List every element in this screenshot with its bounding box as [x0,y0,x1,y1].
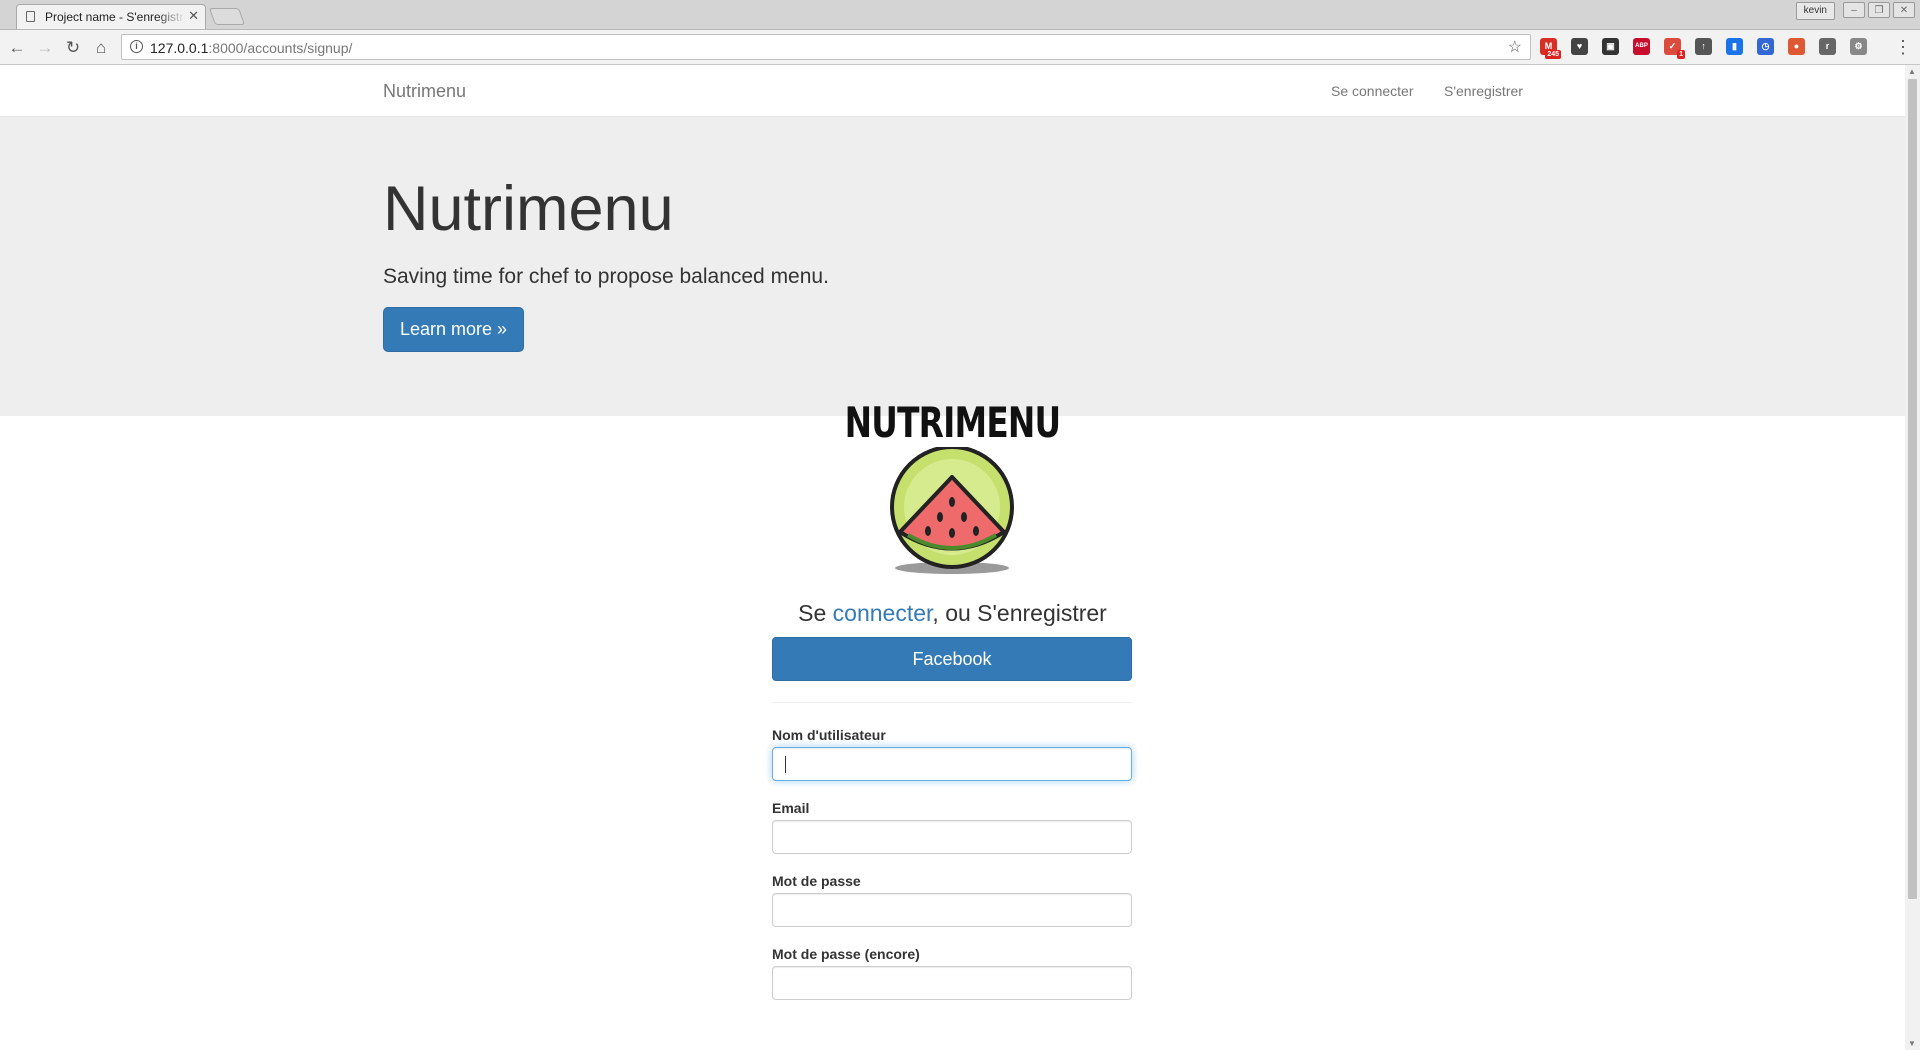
clock-icon[interactable]: ◷ [1757,38,1774,55]
vertical-scrollbar[interactable]: ▲ ▼ [1905,65,1920,1050]
home-icon[interactable]: ⌂ [90,37,112,59]
username-input[interactable] [772,747,1132,781]
password-input[interactable] [772,893,1132,927]
tab-title: Project name - S'enregistrer [45,10,185,24]
url-path: :8000/accounts/signup/ [208,40,353,56]
browser-tab[interactable]: Project name - S'enregistrer ✕ [16,4,206,29]
password-confirm-label: Mot de passe (encore) [772,946,920,962]
tab-close-icon[interactable]: ✕ [188,8,199,24]
facebook-button[interactable]: Facebook [772,637,1132,681]
form-divider [772,702,1132,703]
bookmark-icon[interactable]: ▮ [1726,38,1743,55]
heading-prefix: Se [798,600,833,626]
pocket-icon[interactable]: ♥ [1571,38,1588,55]
browser-menu-icon[interactable]: ⋮ [1894,37,1912,58]
browser-tabstrip: Project name - S'enregistrer ✕ kevin – ❐… [0,0,1920,30]
nav-login-link[interactable]: Se connecter [1331,83,1414,99]
watermelon-logo-icon [890,447,1014,574]
nav-signup-link[interactable]: S'enregistrer [1444,83,1523,99]
bookmark-star-icon[interactable]: ☆ [1508,37,1522,57]
email-input[interactable] [772,820,1132,854]
browser-toolbar: ← → ↻ ⌂ i 127.0.0.1:8000/accounts/signup… [0,30,1920,65]
extension-badge: 245 [1545,50,1561,59]
restore-icon[interactable]: ❐ [1868,2,1890,18]
password-label: Mot de passe [772,873,861,889]
site-navbar: Nutrimenu Se connecter S'enregistrer [0,65,1905,117]
extension-badge: 1 [1677,50,1685,59]
scroll-down-arrow-icon[interactable]: ▼ [1908,1039,1916,1048]
minimize-icon[interactable]: – [1843,2,1865,18]
r-icon[interactable]: r [1819,38,1836,55]
url-text[interactable]: 127.0.0.1:8000/accounts/signup/ [150,40,352,56]
page-viewport: Nutrimenu Se connecter S'enregistrer Nut… [0,65,1905,1050]
email-label: Email [772,800,810,816]
page-icon [26,11,35,22]
info-icon[interactable]: i [130,40,143,53]
profile-button[interactable]: kevin [1795,2,1835,20]
url-host: 127.0.0.1 [150,40,209,56]
signup-heading: Se connecter, ou S'enregistrer [0,600,1905,627]
username-label: Nom d'utilisateur [772,727,886,743]
address-bar[interactable]: i 127.0.0.1:8000/accounts/signup/ ☆ [121,34,1531,60]
new-tab-button[interactable] [208,8,246,25]
settings-gear-icon[interactable]: ⚙ [1850,38,1867,55]
forward-arrow-icon[interactable]: → [34,37,56,59]
scroll-up-arrow-icon[interactable]: ▲ [1908,67,1916,76]
jumbotron: Nutrimenu Saving time for chef to propos… [0,117,1905,416]
upload-icon[interactable]: ↑ [1695,38,1712,55]
adblock-icon[interactable]: ABP [1633,38,1650,55]
jumbotron-title: Nutrimenu [383,174,674,244]
duckduckgo-icon[interactable]: ● [1788,38,1805,55]
navbar-brand[interactable]: Nutrimenu [383,81,466,102]
extension-icon[interactable]: ▣ [1602,38,1619,55]
reload-icon[interactable]: ↻ [62,37,84,59]
heading-suffix: , ou S'enregistrer [932,600,1107,626]
login-link[interactable]: connecter [833,600,933,626]
text-caret [785,756,786,773]
close-window-icon[interactable]: ✕ [1893,2,1915,18]
jumbotron-subtitle: Saving time for chef to propose balanced… [383,265,829,288]
scrollbar-thumb[interactable] [1908,79,1917,899]
password-confirm-input[interactable] [772,966,1132,1000]
back-arrow-icon[interactable]: ← [6,37,28,59]
logo-wordmark: NUTRIMENU [844,398,1062,447]
gmail-icon[interactable]: M 245 [1540,38,1561,59]
todoist-icon[interactable]: ✓ 1 [1664,38,1685,59]
learn-more-button[interactable]: Learn more » [383,307,524,352]
